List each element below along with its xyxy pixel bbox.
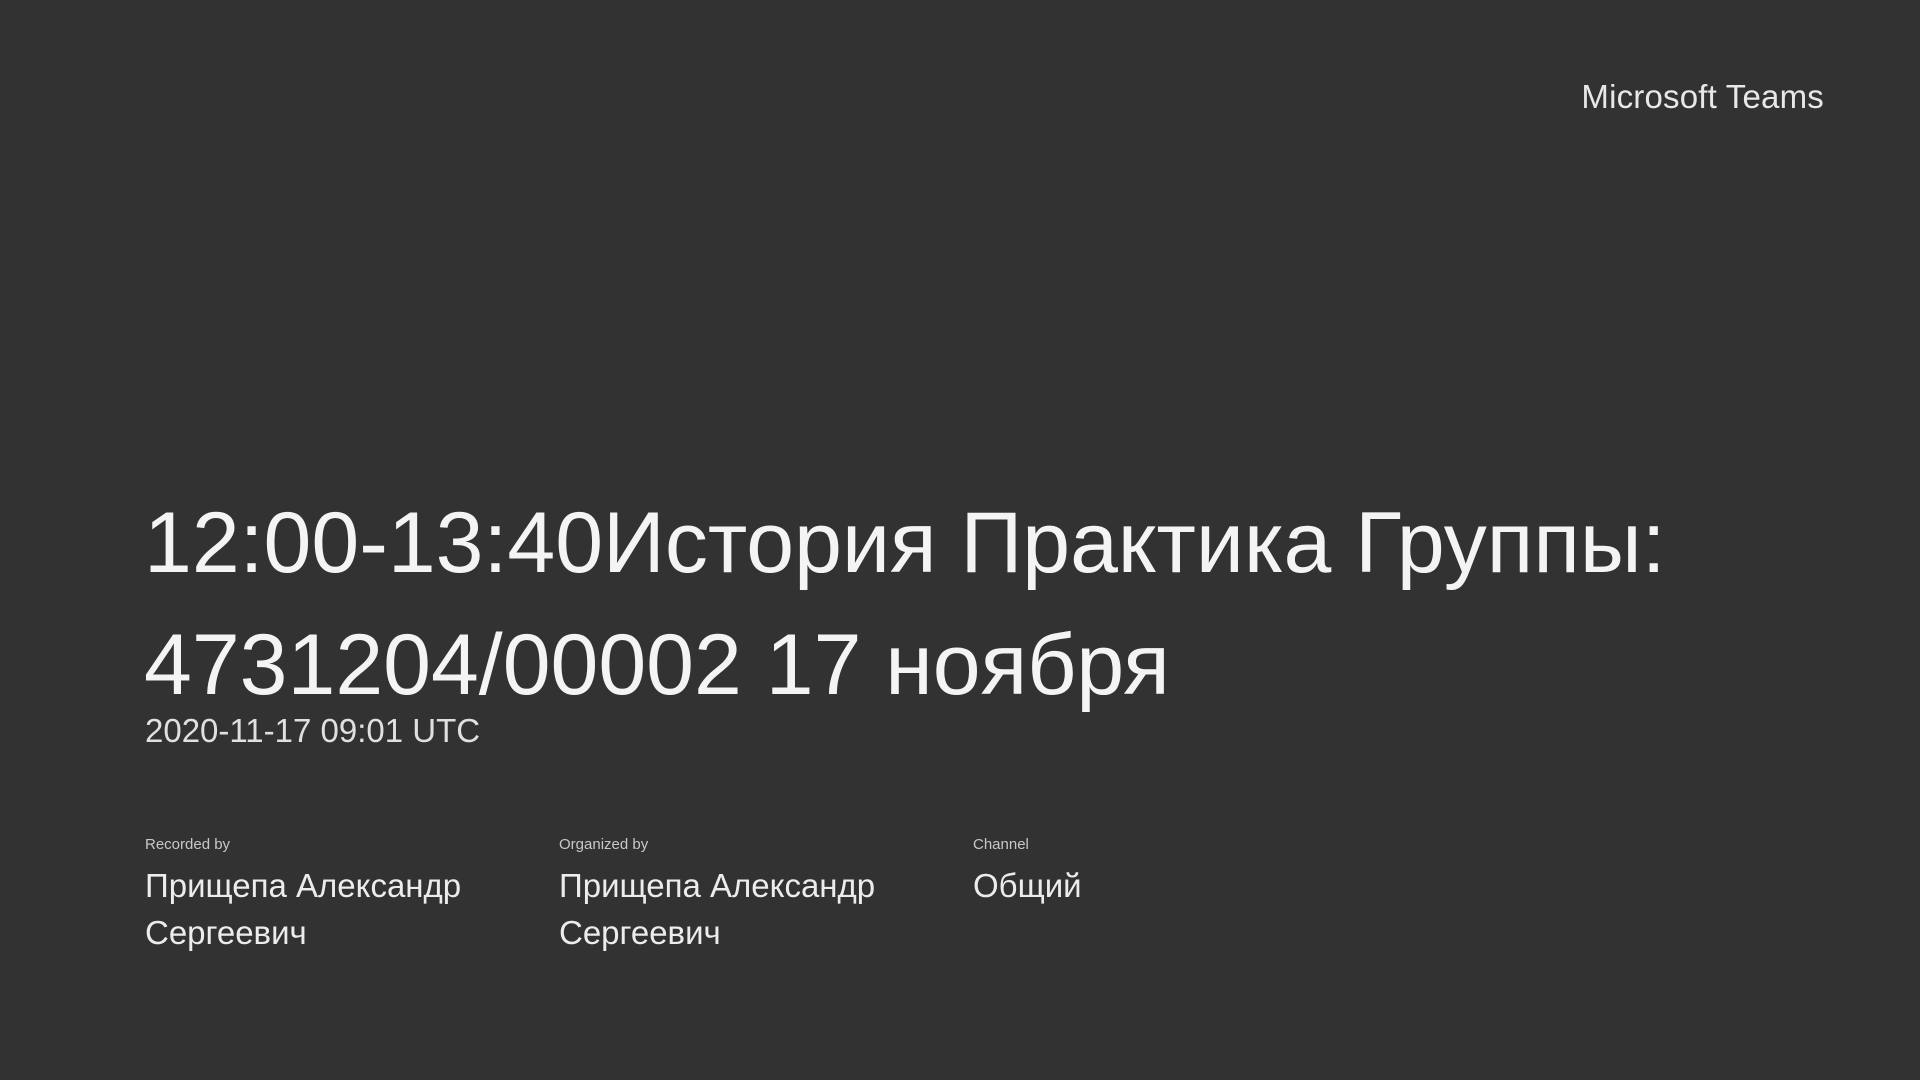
recorded-by-label: Recorded by <box>145 836 231 853</box>
recording-title-card: Microsoft Teams 12:00-13:40История Практ… <box>0 0 1920 1080</box>
organized-by-value: Прищепа Александр Сергеевич <box>559 867 876 951</box>
channel-value: Общий <box>973 867 1082 904</box>
organized-by-block: Organized by Прищепа Александр Сергеевич <box>559 836 973 956</box>
channel-label: Channel <box>973 836 1029 853</box>
meeting-details: Recorded by Прищепа Александр Сергеевич … <box>145 836 1387 956</box>
recording-timestamp: 2020-11-17 09:01 UTC <box>145 712 481 749</box>
brand-name: Microsoft Teams <box>1581 78 1824 115</box>
meeting-title: 12:00-13:40История Практика Группы: 4731… <box>144 495 1666 713</box>
recorded-by-block: Recorded by Прищепа Александр Сергеевич <box>145 836 559 956</box>
recorded-by-value: Прищепа Александр Сергеевич <box>145 867 462 951</box>
channel-block: Channel Общий <box>973 836 1387 956</box>
organized-by-label: Organized by <box>559 836 649 853</box>
